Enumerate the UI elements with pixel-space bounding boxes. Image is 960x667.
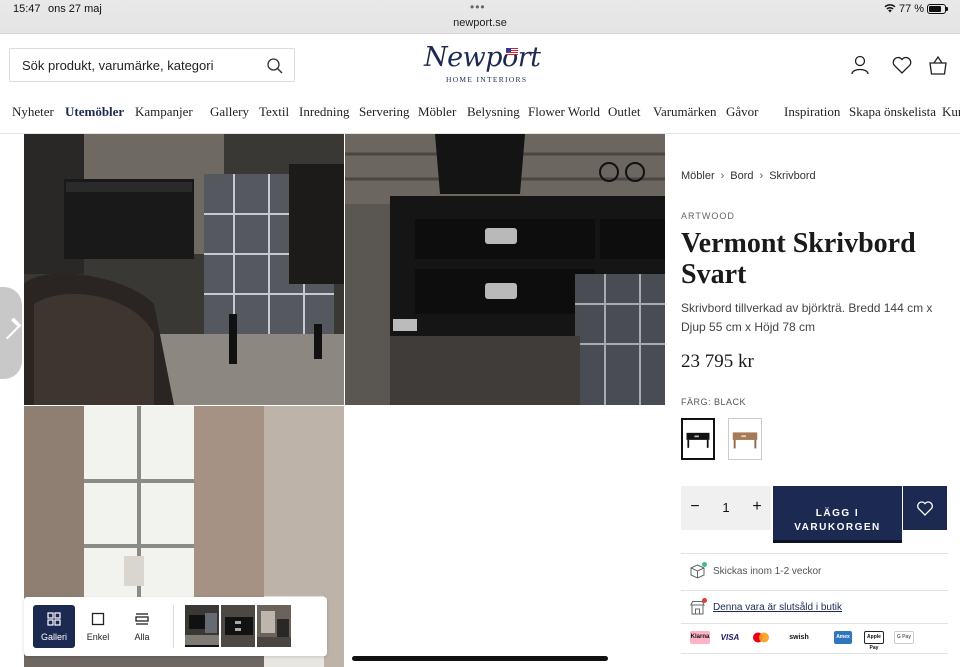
breadcrumb: Möbler › Bord › Skrivbord <box>681 170 816 182</box>
gallery-view-switcher: Galleri Enkel Alla <box>24 597 327 656</box>
breadcrumb-skrivbord[interactable]: Skrivbord <box>769 170 815 182</box>
add-to-cart-button[interactable]: LÄGG I VARUKORGEN <box>773 486 902 543</box>
klarna-logo: Klarna <box>690 631 710 644</box>
nav-item-gallery[interactable]: Gallery <box>210 104 249 120</box>
logo-tagline: HOME INTERIORS <box>446 75 528 84</box>
breadcrumb-bord[interactable]: Bord <box>730 170 753 182</box>
product-title: Vermont Skrivbord Svart <box>681 228 916 290</box>
google-pay-logo: G Pay <box>894 631 914 644</box>
add-to-wishlist-button[interactable] <box>903 486 947 530</box>
battery-percent: 77 % <box>899 3 925 15</box>
nav-item-skapa-onskelista[interactable]: Skapa önskelista <box>849 104 936 120</box>
quantity-decrease-button[interactable]: − <box>685 498 705 516</box>
nav-item-inredning[interactable]: Inredning <box>299 104 350 120</box>
logo-wordmark: Newport <box>424 42 541 73</box>
product-photo-room[interactable] <box>24 134 344 405</box>
info-divider <box>681 623 948 624</box>
viewbar-divider <box>173 605 174 648</box>
sold-out-dot <box>702 598 707 603</box>
nav-item-belysning[interactable]: Belysning <box>467 104 520 120</box>
swish-logo: swish <box>789 634 809 641</box>
nav-item-nyheter[interactable]: Nyheter <box>12 104 54 120</box>
nav-item-servering[interactable]: Servering <box>359 104 410 120</box>
breadcrumb-chevron-icon: › <box>759 170 764 182</box>
amex-logo: Amex <box>834 631 852 644</box>
nav-item-inspiration[interactable]: Inspiration <box>784 104 840 120</box>
product-price: 23 795 kr <box>681 351 754 372</box>
nav-item-kundservice[interactable]: Kun <box>942 104 960 120</box>
wifi-icon <box>884 4 896 13</box>
grid-icon <box>47 612 61 626</box>
account-icon[interactable] <box>849 54 871 76</box>
nav-item-outlet[interactable]: Outlet <box>608 104 641 120</box>
breadcrumb-chevron-icon: › <box>720 170 725 182</box>
info-divider <box>681 553 948 554</box>
sidebar-toggle-chevron-icon[interactable] <box>0 287 22 379</box>
view-alla-button[interactable]: Alla <box>121 605 163 648</box>
color-label: FÄRG: BLACK <box>681 397 747 407</box>
cart-bag-icon[interactable] <box>927 54 949 76</box>
status-bar: 15:47 ons 27 maj ••• newport.se 77 % <box>0 0 960 34</box>
newport-logo[interactable]: Newport HOME INTERIORS <box>424 42 541 86</box>
color-swatch-black[interactable] <box>681 418 715 460</box>
search-input[interactable] <box>22 58 262 73</box>
in-stock-dot <box>702 562 707 567</box>
status-date: ons 27 maj <box>48 3 102 15</box>
product-photo-drawers[interactable] <box>345 134 665 405</box>
heart-icon <box>917 501 933 516</box>
view-enkel-label: Enkel <box>86 632 110 642</box>
color-swatch-natural[interactable] <box>728 418 762 460</box>
nav-item-kampanjer[interactable]: Kampanjer <box>135 104 193 120</box>
flag-icon <box>506 48 518 55</box>
quantity-value[interactable]: 1 <box>717 500 735 515</box>
nav-item-varumarken[interactable]: Varumärken <box>653 104 717 120</box>
gallery-empty-slot <box>345 406 665 667</box>
search-box[interactable] <box>9 48 295 82</box>
info-divider <box>681 590 948 591</box>
breadcrumb-mobler[interactable]: Möbler <box>681 170 715 182</box>
wishlist-heart-icon[interactable] <box>891 54 913 76</box>
multitask-dots-icon[interactable]: ••• <box>470 0 486 14</box>
quantity-increase-button[interactable]: + <box>747 498 767 516</box>
thumbnail-3[interactable] <box>257 605 291 647</box>
main-navigation: Nyheter Utemöbler Kampanjer Gallery Text… <box>0 98 960 126</box>
nav-item-utemobler[interactable]: Utemöbler <box>65 104 124 120</box>
view-enkel-button[interactable]: Enkel <box>77 605 119 648</box>
shipping-text: Skickas inom 1-2 veckor <box>713 566 822 577</box>
thumbnail-2[interactable] <box>221 605 255 647</box>
home-indicator <box>352 656 608 661</box>
battery-icon <box>927 4 948 14</box>
quantity-stepper: − 1 + <box>681 486 771 530</box>
info-divider <box>681 653 948 654</box>
search-icon[interactable] <box>266 57 284 75</box>
product-brand[interactable]: ARTWOOD <box>681 211 735 221</box>
view-alla-label: Alla <box>134 632 150 642</box>
view-galleri-button[interactable]: Galleri <box>33 605 75 648</box>
visa-logo: VISA <box>720 633 740 642</box>
nav-item-textil[interactable]: Textil <box>259 104 289 120</box>
nav-item-gavor[interactable]: Gåvor <box>726 104 759 120</box>
nav-item-flower-world[interactable]: Flower World <box>528 104 600 120</box>
product-description: Skrivbord tillverkad av björkträ. Bredd … <box>681 301 933 334</box>
status-time: 15:47 <box>13 3 41 15</box>
mastercard-logo <box>750 631 772 644</box>
nav-item-mobler[interactable]: Möbler <box>418 104 456 120</box>
address-bar-url[interactable]: newport.se <box>0 17 960 29</box>
thumbnail-1[interactable] <box>185 605 219 647</box>
view-galleri-label: Galleri <box>40 632 67 642</box>
apple-pay-logo: Apple Pay <box>864 631 884 651</box>
list-icon <box>135 613 149 625</box>
store-availability-link[interactable]: Denna vara är slutsåld i butik <box>713 602 842 613</box>
square-icon <box>91 612 105 626</box>
